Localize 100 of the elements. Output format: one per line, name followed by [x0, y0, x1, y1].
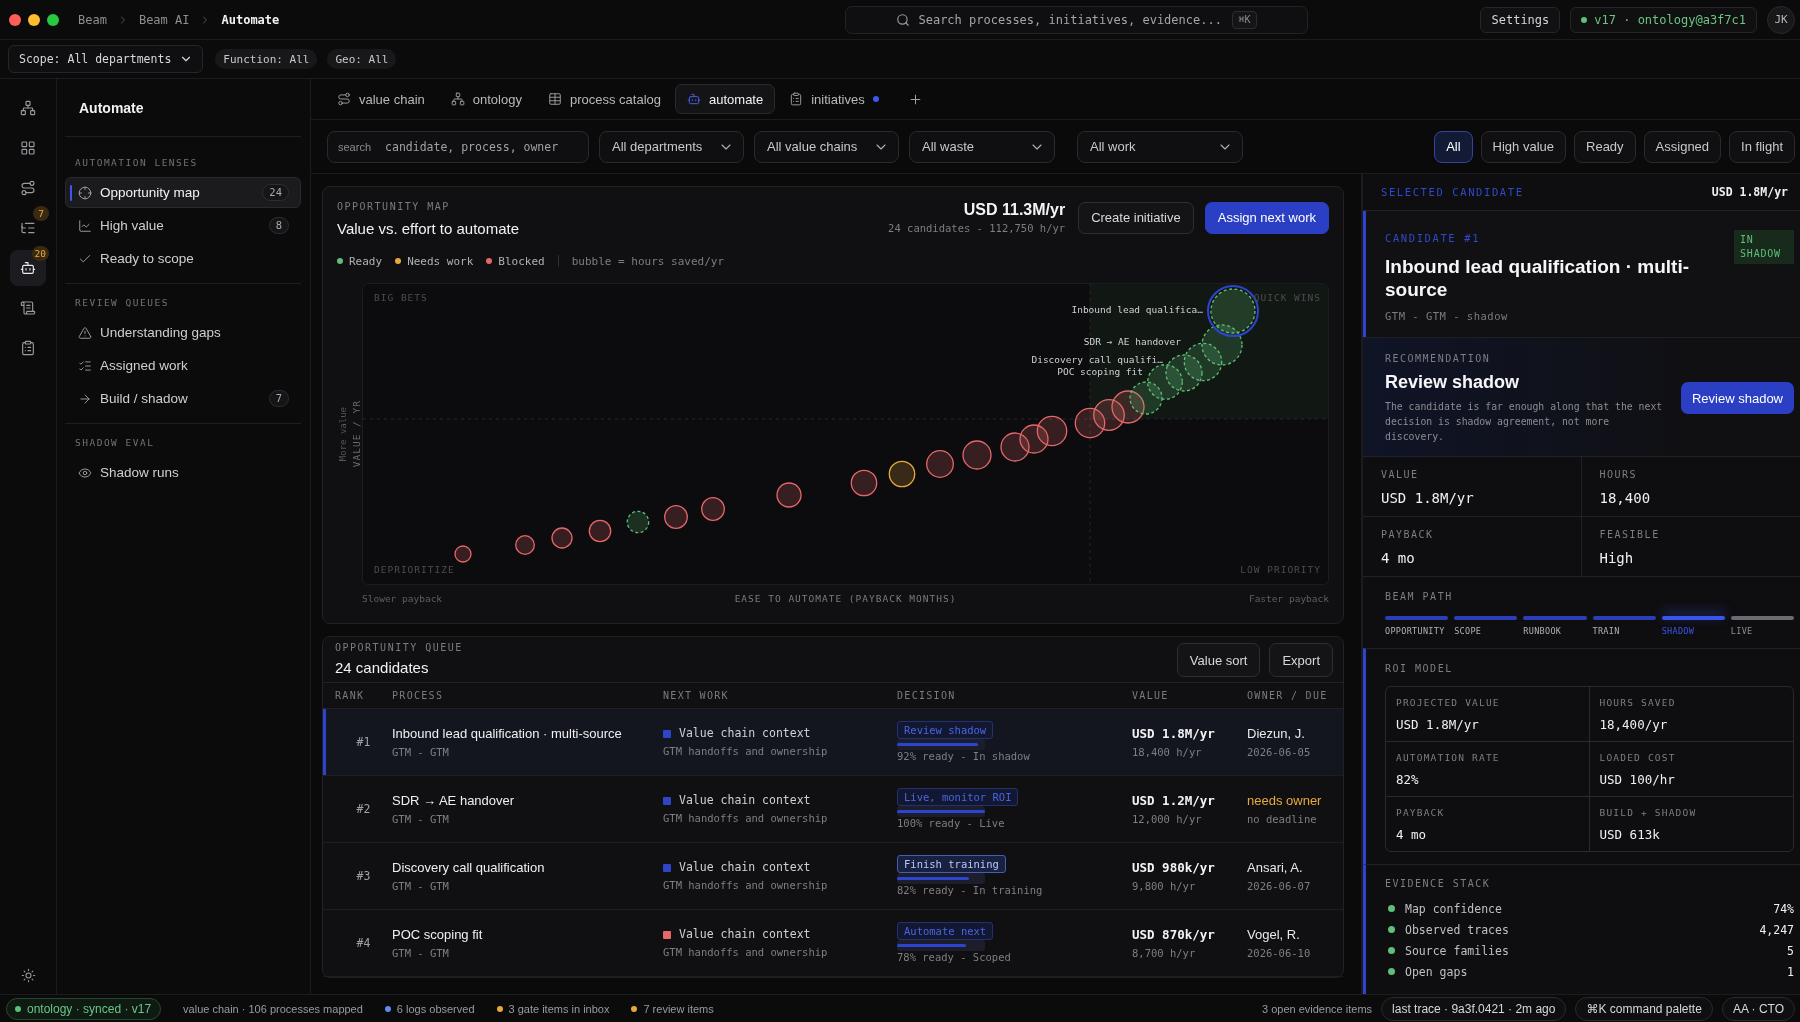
blocked-bubble[interactable]	[701, 497, 725, 521]
tab[interactable]: value chain	[325, 84, 437, 114]
toolbar-button[interactable]: Value sort	[1176, 643, 1261, 677]
evidence-value: 4,247	[1759, 922, 1794, 937]
rank-text: #3	[355, 869, 372, 883]
filter-segment[interactable]: All	[1434, 130, 1473, 163]
ready-bubble[interactable]	[1165, 354, 1203, 392]
ready-bubble[interactable]	[1129, 381, 1163, 415]
status-dot-icon	[1388, 905, 1395, 912]
filter-chip[interactable]: Function: All	[215, 49, 318, 69]
hours-text: 8,700 h/yr	[1132, 946, 1196, 960]
blocked-bubble[interactable]	[551, 527, 573, 549]
blocked-bubble[interactable]	[454, 545, 472, 563]
blocked-bubble[interactable]	[962, 440, 992, 470]
decision-tag[interactable]: Review shadow	[897, 721, 994, 739]
decision-tag[interactable]: Live, monitor ROI	[897, 788, 1019, 806]
card-eyebrow: OPPORTUNITY MAP	[337, 200, 451, 214]
tab[interactable]: ontology	[438, 84, 534, 114]
user-avatar[interactable]: JK	[1767, 5, 1795, 34]
review-button[interactable]: Review shadow	[1680, 382, 1794, 414]
blocked-bubble[interactable]	[588, 519, 612, 543]
window-maximize-icon[interactable]	[47, 13, 59, 26]
sidebar-item[interactable]: Opportunity map 24	[65, 177, 301, 208]
value-text: USD 1.8M/yr	[1132, 725, 1215, 742]
toolbar-button[interactable]: Export	[1269, 643, 1333, 677]
queue-row[interactable]: #1 Inbound lead qualification · multi-source GTM - GTM Value chain context GTM handoffs and ownership Review shadow 92% ready - In shadow USD 1.8M/yr 18,400 h/yr Diezun, J. 2026-06-05	[323, 709, 1343, 776]
sidebar-item[interactable]: Assigned work	[65, 350, 301, 381]
sync-status-text: ontology · synced · v17	[27, 1001, 152, 1016]
route-icon	[337, 92, 351, 106]
rank-text: #2	[355, 802, 372, 816]
blocked-bubble[interactable]	[1111, 390, 1145, 424]
blocked-bubble[interactable]	[1074, 407, 1106, 439]
decision-tag[interactable]: Finish training	[897, 855, 1006, 873]
roi-value: 82%	[1396, 772, 1420, 787]
tab[interactable]: automate	[675, 84, 776, 114]
blocked-bubble[interactable]	[1000, 432, 1030, 462]
search-input[interactable]: candidate, process, owner	[385, 139, 578, 154]
window-minimize-icon[interactable]	[28, 13, 40, 26]
line-chart-icon	[78, 218, 92, 233]
blocked-bubble[interactable]	[664, 505, 688, 529]
roi-label: PAYBACK	[1396, 807, 1446, 819]
breadcrumb-link[interactable]: Beam	[78, 11, 107, 28]
hours-text: 9,800 h/yr	[1132, 879, 1196, 893]
filter-chip[interactable]: Geo: All	[327, 49, 397, 69]
decision-tag[interactable]: Automate next	[897, 922, 994, 940]
stat-value: 4 mo	[1381, 549, 1416, 567]
blocked-bubble[interactable]	[926, 450, 954, 478]
blocked-bubble[interactable]	[850, 469, 878, 497]
value-text: USD 980k/yr	[1132, 859, 1215, 876]
blocked-bubble[interactable]	[515, 535, 535, 555]
crosshair-icon	[78, 185, 92, 200]
filter-segment[interactable]: Assigned	[1643, 130, 1722, 163]
sidebar-item[interactable]: Ready to scope	[65, 243, 301, 274]
scope-dropdown[interactable]: Scope: All departments	[8, 45, 204, 73]
step-label: SHADOW	[1661, 626, 1696, 637]
sun-icon[interactable]	[20, 968, 36, 983]
sidebar-item[interactable]: Understanding gaps	[65, 317, 301, 348]
breadcrumb-link[interactable]: Beam AI	[138, 11, 190, 28]
queue-row[interactable]: #2 SDR → AE handover GTM - GTM Value chain context GTM handoffs and ownership Live, monitor ROI 100% ready - Live USD 1.2M/yr 12,000 h/yr needs owner no deadline	[323, 776, 1343, 843]
primary-action-button[interactable]: Assign next work	[1204, 201, 1329, 234]
sidebar-item[interactable]: High value 8	[65, 210, 301, 241]
settings-button[interactable]: Settings	[1480, 6, 1561, 33]
next-work-detail: GTM handoffs and ownership	[663, 745, 828, 758]
filter-dropdown[interactable]: All value chains	[754, 130, 899, 163]
candidate-title: Inbound lead qualification · multi-source	[1385, 255, 1690, 301]
queue-row[interactable]: #3 Discovery call qualification GTM - GTM Value chain context GTM handoffs and ownership Finish training 82% ready - In training USD 980k/yr 9,800 h/yr Ansari, A. 2026-06-07	[323, 843, 1343, 910]
filter-dropdown[interactable]: All waste	[909, 130, 1055, 163]
filter-segment[interactable]: High value	[1480, 130, 1566, 163]
evidence-value: 74%	[1773, 901, 1794, 916]
status-pill[interactable]: ⌘K command palette	[1575, 996, 1713, 1021]
ready-bubble[interactable]	[1201, 324, 1243, 366]
quadrant-label: LOW PRIORITY	[1240, 564, 1321, 576]
evidence-value: 5	[1787, 943, 1794, 958]
command-search-input[interactable]: Search processes, initiatives, evidence...	[918, 12, 1225, 27]
search-field[interactable]: search candidate, process, owner	[327, 130, 589, 163]
command-search-field[interactable]: Search processes, initiatives, evidence... ⌘K	[845, 5, 1308, 34]
sidebar-item[interactable]: Shadow runs	[65, 457, 301, 488]
breadcrumb-link[interactable]: Automate	[221, 11, 280, 28]
action-button[interactable]: Create initiative	[1078, 201, 1194, 234]
tab[interactable]: process catalog	[535, 84, 673, 114]
blocked-bubble[interactable]	[1036, 415, 1068, 447]
filter-segment[interactable]: Ready	[1574, 130, 1636, 163]
window-close-icon[interactable]	[9, 13, 21, 26]
blocked-bubble[interactable]	[1019, 424, 1049, 454]
blocked-bubble[interactable]	[1093, 399, 1125, 431]
needs-work-bubble[interactable]	[888, 460, 916, 488]
sidebar-item[interactable]: Build / shadow 7	[65, 383, 301, 414]
warning-icon	[78, 325, 92, 340]
status-pill[interactable]: last trace · 9a3f.0421 · 2m ago	[1381, 996, 1567, 1021]
filter-segment[interactable]: In flight	[1729, 130, 1795, 163]
ready-bubble[interactable]	[1147, 364, 1183, 400]
ready-bubble[interactable]	[626, 510, 650, 534]
tab[interactable]: initiatives	[777, 84, 891, 114]
ready-bubble[interactable]	[1183, 342, 1223, 382]
queue-row[interactable]: #4 POC scoping fit GTM - GTM Value chain context GTM handoffs and ownership Automate next 78% ready - Scoped USD 870k/yr 8,700 h/yr Vogel, R. 2026-06-10	[323, 910, 1343, 977]
status-pill[interactable]: AA · CTO	[1721, 996, 1795, 1021]
filter-dropdown[interactable]: All work	[1077, 130, 1243, 163]
panel-heading: SELECTED CANDIDATE	[1381, 185, 1524, 199]
filter-dropdown[interactable]: All departments	[599, 130, 744, 163]
blocked-bubble[interactable]	[776, 482, 802, 508]
